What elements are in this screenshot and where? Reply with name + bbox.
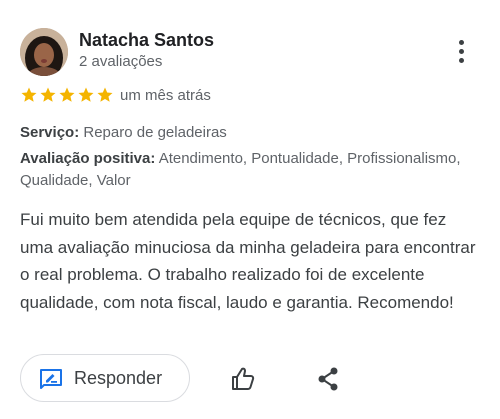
positive-line: Avaliação positiva: Atendimento, Pontual… bbox=[20, 148, 480, 192]
avatar[interactable] bbox=[20, 28, 68, 76]
more-vertical-icon[interactable] bbox=[446, 34, 476, 68]
author-review-count: 2 avaliações bbox=[79, 53, 163, 70]
like-button[interactable] bbox=[228, 364, 258, 394]
share-button[interactable] bbox=[313, 364, 343, 394]
service-value: Reparo de geladeiras bbox=[83, 124, 227, 141]
star-icon bbox=[78, 87, 94, 102]
star-icon bbox=[97, 87, 113, 102]
thumbs-up-icon bbox=[232, 367, 255, 390]
reply-edit-icon bbox=[40, 369, 62, 389]
reply-label: Responder bbox=[74, 368, 163, 388]
star-icon bbox=[59, 87, 75, 102]
share-icon bbox=[318, 367, 338, 391]
review-text: Fui muito bem atendida pela equipe de té… bbox=[20, 210, 476, 312]
service-line: Serviço: Reparo de geladeiras bbox=[20, 122, 480, 144]
avatar-image bbox=[20, 28, 68, 76]
star-rating bbox=[20, 86, 114, 104]
reply-button[interactable]: Responder bbox=[20, 354, 190, 402]
positive-label: Avaliação positiva: bbox=[20, 150, 156, 167]
service-label: Serviço: bbox=[20, 124, 80, 141]
star-icon bbox=[21, 87, 37, 102]
star-icon bbox=[40, 87, 56, 102]
author-name[interactable]: Natacha Santos bbox=[79, 30, 214, 51]
review-time: um mês atrás bbox=[120, 87, 211, 104]
